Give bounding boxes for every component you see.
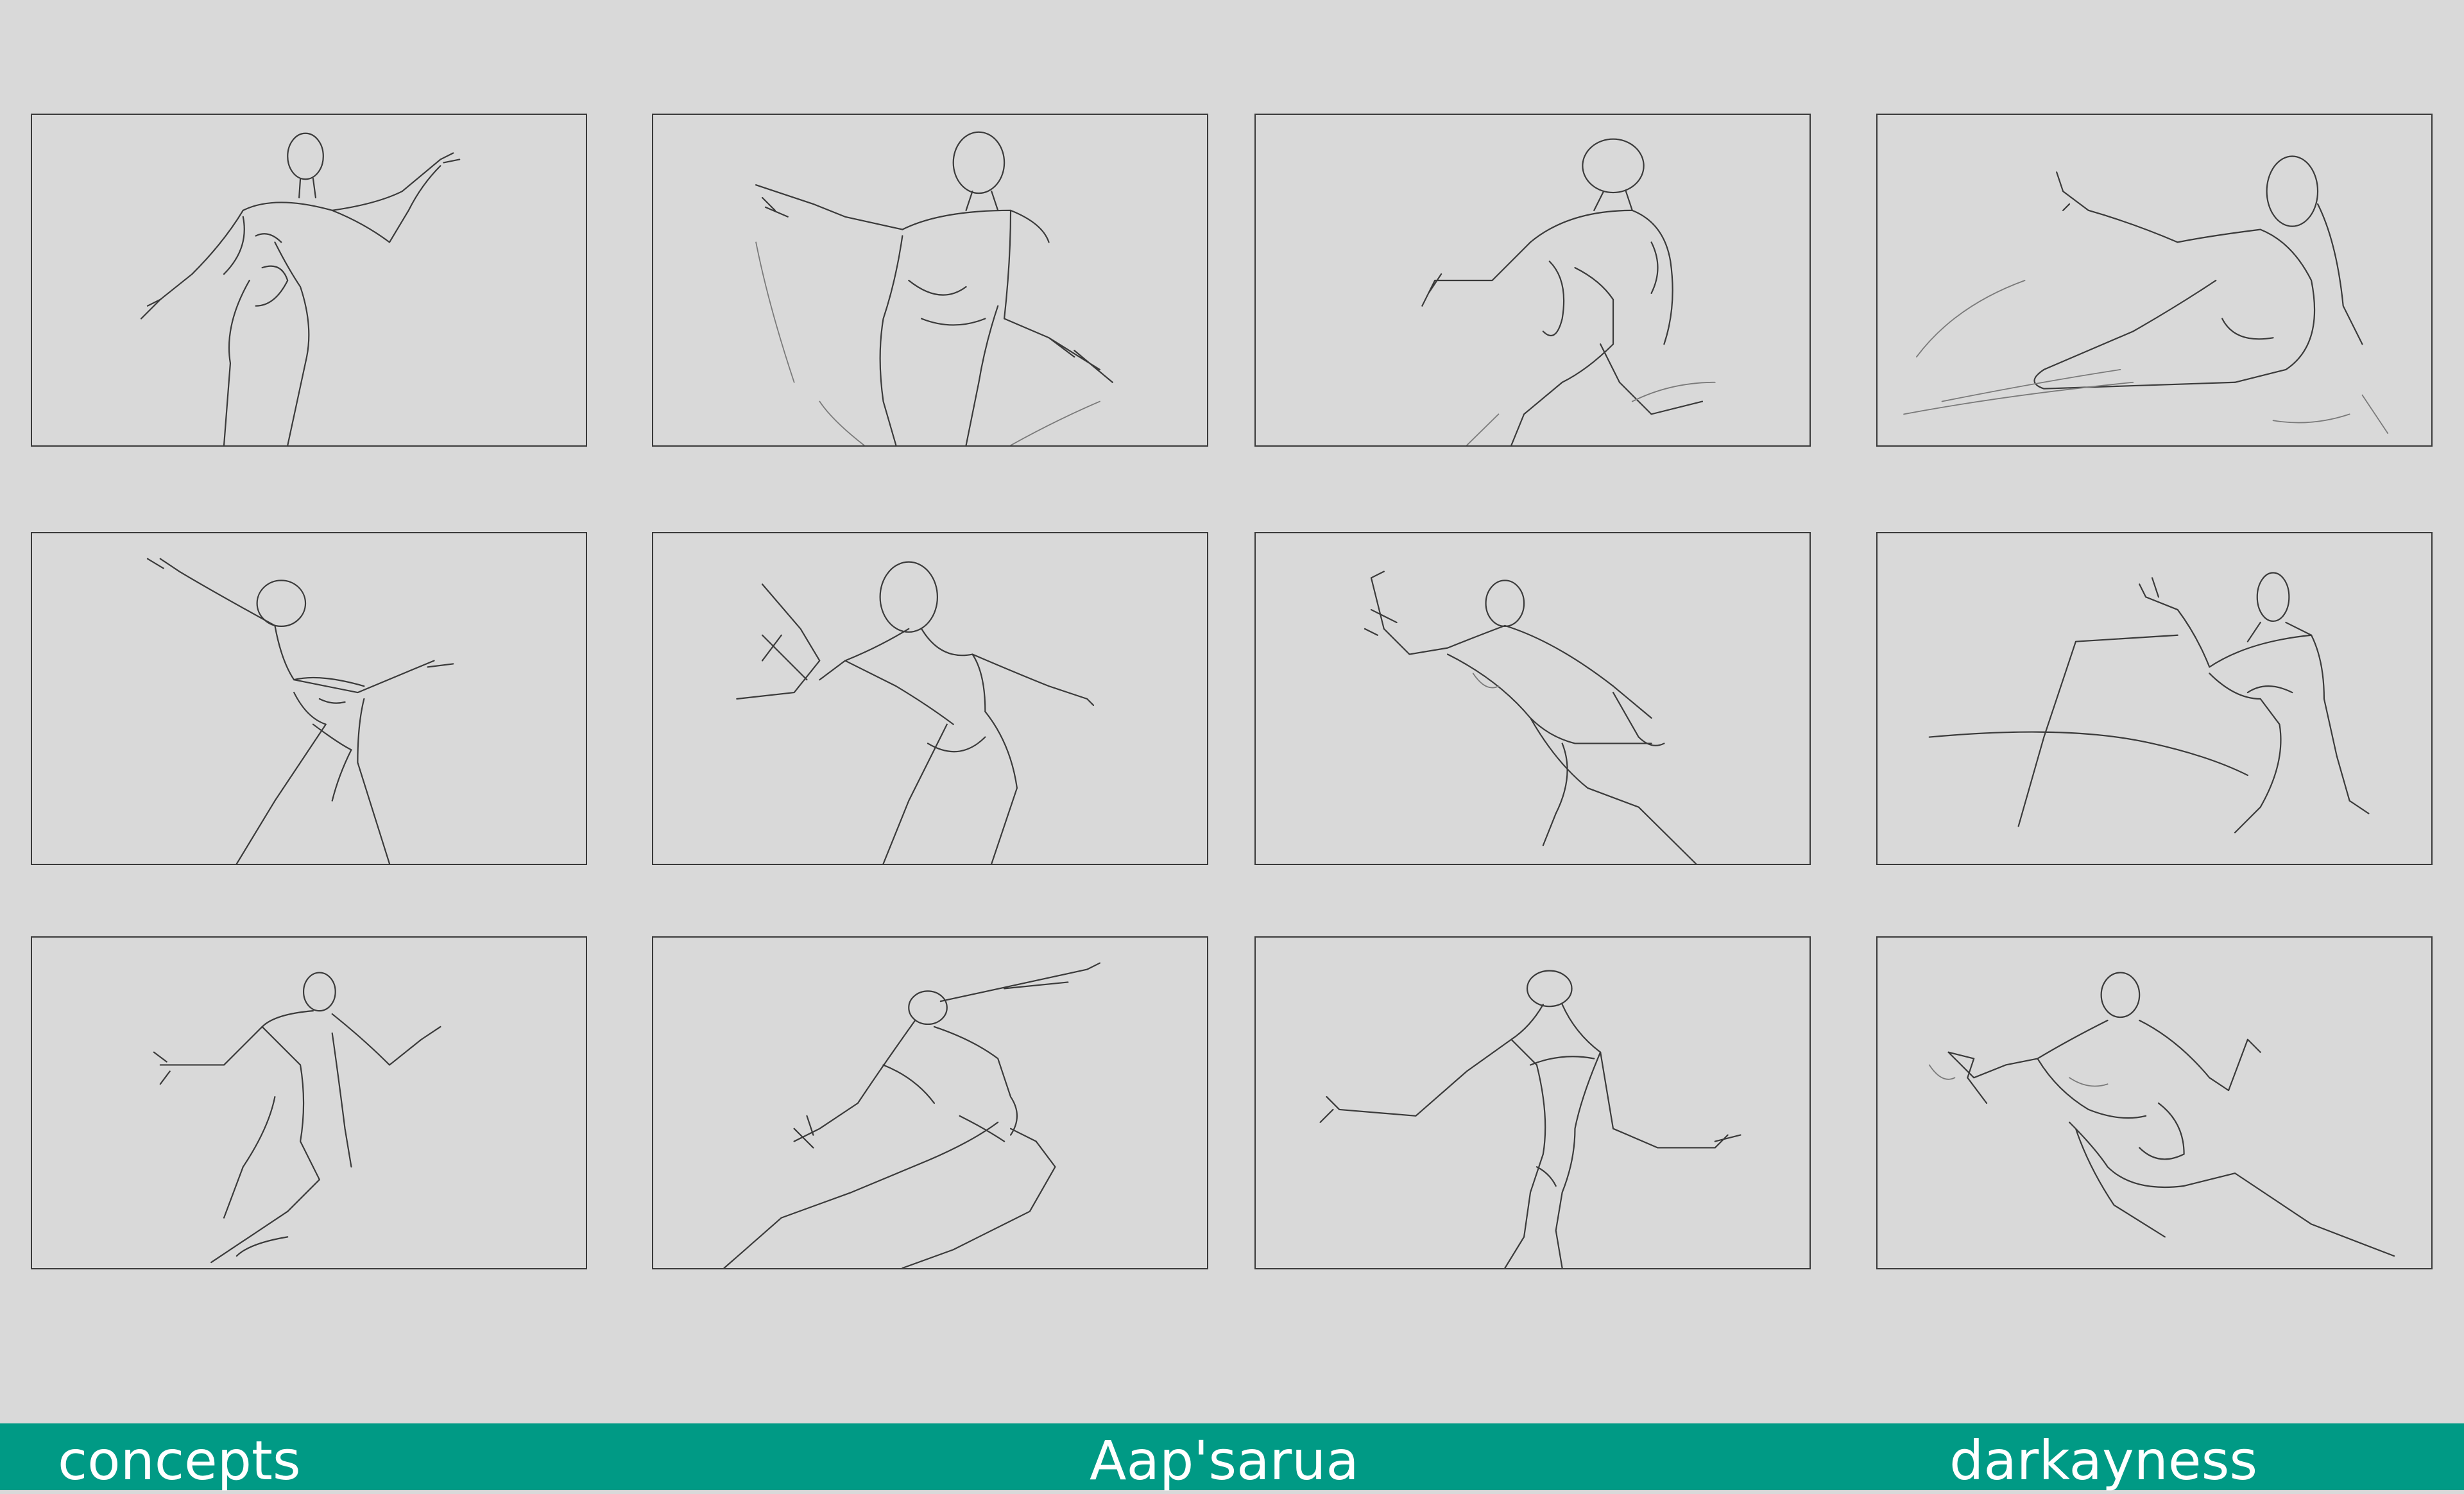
sketch-sheet	[0, 0, 2464, 1423]
figure-sketch-1	[140, 132, 461, 445]
figure-sketch-12	[1928, 972, 2395, 1257]
sketch-panel-7	[1254, 532, 1811, 865]
sketch-panel-2	[652, 114, 1208, 447]
footer-bar: concepts Aap'sarua darkayness	[0, 1423, 2464, 1492]
figure-sketch-8	[1928, 572, 2370, 834]
figure-sketch-6	[736, 561, 1095, 864]
sketch-panel-11	[1254, 936, 1811, 1269]
sketch-panel-4	[1876, 114, 2433, 447]
sketch-panel-3	[1254, 114, 1811, 447]
figure-sketch-3	[1421, 138, 1716, 445]
sketch-panel-1	[31, 114, 587, 447]
footer-title: Aap'sarua	[1090, 1429, 1359, 1492]
figure-sketch-4	[1903, 155, 2389, 434]
sketch-panel-5	[31, 532, 587, 865]
sketch-panel-8	[1876, 532, 2433, 865]
figure-sketch-9	[153, 972, 441, 1264]
sketch-panel-12	[1876, 936, 2433, 1269]
sketch-panel-9	[31, 936, 587, 1269]
footer-author: darkayness	[1949, 1429, 2258, 1492]
figure-sketch-10	[723, 962, 1101, 1268]
sketch-panel-6	[652, 532, 1208, 865]
figure-sketch-11	[1319, 970, 1741, 1268]
figure-sketch-5	[146, 558, 454, 864]
figure-sketch-7	[1364, 571, 1697, 864]
sketch-panel-10	[652, 936, 1208, 1269]
footer-label-left: concepts	[58, 1429, 301, 1492]
figure-sketch-2	[755, 131, 1113, 445]
